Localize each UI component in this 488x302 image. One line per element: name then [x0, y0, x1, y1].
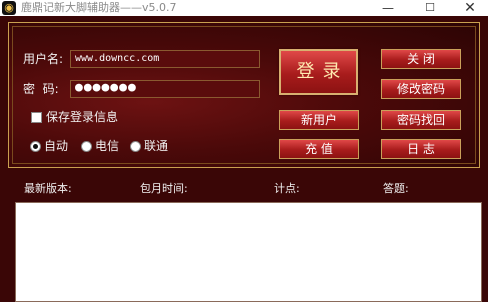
server-radio-unicom[interactable] [130, 141, 141, 152]
log-button[interactable]: 日 志 [381, 139, 461, 159]
login-button[interactable]: 登录 [279, 49, 358, 95]
app-icon: ◉ [2, 1, 16, 15]
close-button[interactable]: 关 闭 [381, 49, 461, 69]
server-radio-telecom[interactable] [81, 141, 92, 152]
username-label: 用户名: [23, 52, 64, 66]
latest-version-label: 最新版本: [24, 182, 72, 195]
save-login-label: 保存登录信息 [46, 110, 119, 124]
server-label-telecom: 电信 [95, 139, 120, 153]
answer-label: 答题: [383, 182, 409, 195]
new-user-button[interactable]: 新用户 [279, 110, 359, 130]
change-password-button[interactable]: 修改密码 [381, 79, 461, 99]
title-bar: ◉ 鹿鼎记新大脚辅助器——v5.0.7 — ☐ ✕ [0, 0, 488, 16]
window-title: 鹿鼎记新大脚辅助器——v5.0.7 [21, 1, 177, 14]
points-label: 计点: [274, 182, 300, 195]
password-label: 密 码: [23, 82, 59, 96]
server-radio-auto[interactable] [30, 141, 41, 152]
server-label-auto: 自动 [44, 139, 69, 153]
server-label-unicom: 联通 [144, 139, 169, 153]
close-window-button[interactable]: ✕ [450, 0, 488, 16]
log-output-area[interactable] [15, 202, 482, 302]
maximize-button[interactable]: ☐ [410, 0, 450, 16]
minimize-button[interactable]: — [368, 0, 408, 16]
recharge-button[interactable]: 充 值 [279, 139, 359, 159]
status-bar: 最新版本: 包月时间: 计点: 答题: [8, 180, 480, 198]
recover-password-button[interactable]: 密码找回 [381, 110, 461, 130]
monthly-time-label: 包月时间: [140, 182, 188, 195]
username-input[interactable]: www.downcc.com [70, 50, 260, 68]
password-input[interactable]: ●●●●●●● [70, 80, 260, 98]
login-panel: 用户名: www.downcc.com 密 码: ●●●●●●● 保存登录信息 … [8, 22, 480, 168]
save-login-checkbox[interactable] [31, 112, 42, 123]
